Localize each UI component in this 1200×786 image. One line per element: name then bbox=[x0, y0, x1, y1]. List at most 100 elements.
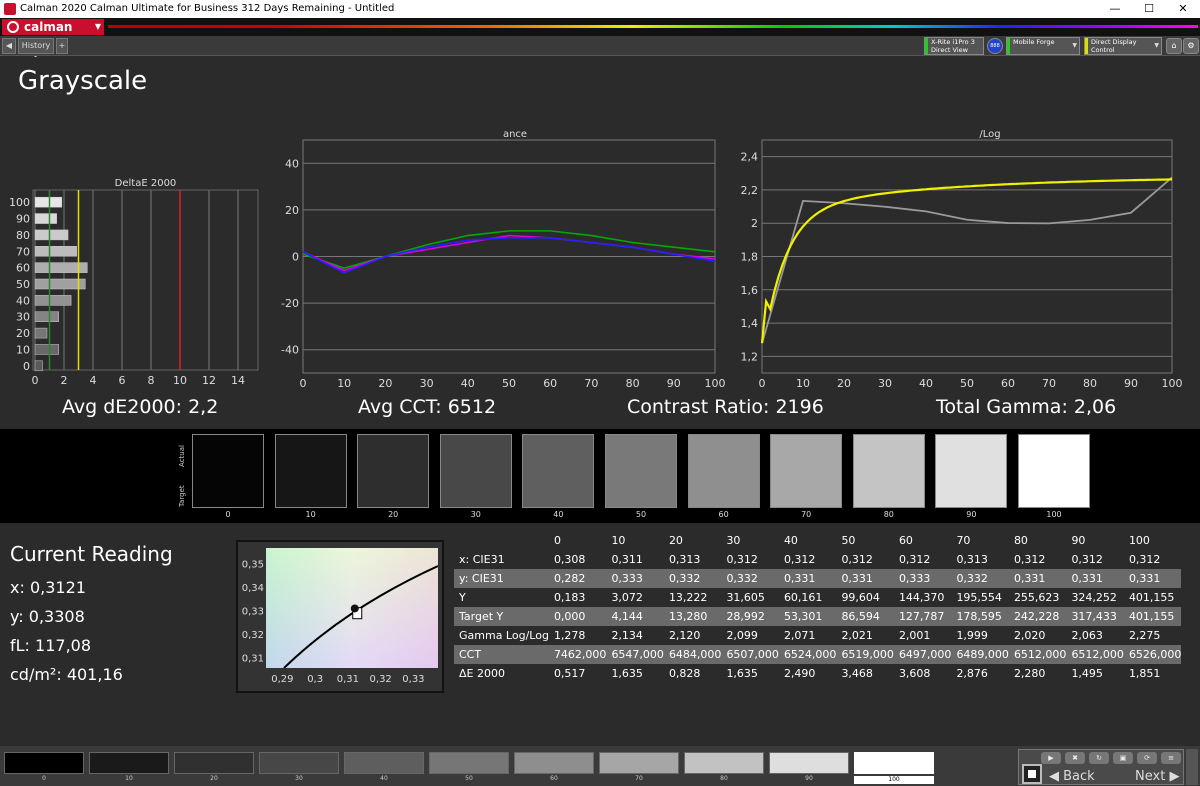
footer-patch-button[interactable] bbox=[514, 752, 594, 774]
patch-label: 90 bbox=[966, 510, 977, 519]
footer-patch-label: 20 bbox=[210, 775, 218, 782]
patch-label: 0 bbox=[225, 510, 231, 519]
table-cell: 401,155 bbox=[1123, 607, 1182, 626]
footer-scrollbar[interactable] bbox=[1186, 749, 1198, 785]
table-cell: 2,134 bbox=[606, 626, 664, 645]
table-cell: 6497,000 bbox=[893, 645, 952, 664]
deltae-bar bbox=[34, 311, 59, 322]
table-header-cell: 40 bbox=[778, 531, 837, 550]
table-cell: 6512,000 bbox=[1008, 645, 1067, 664]
table-cell: CCT bbox=[454, 645, 549, 664]
cie-chart: 0,29 0,3 0,31 0,32 0,33 0,35 0,34 0,33 0,32 0,31 bbox=[242, 548, 438, 685]
table-cell: 1,851 bbox=[1123, 664, 1182, 683]
table-header-cell bbox=[454, 531, 549, 550]
loop-icon[interactable]: ↻ bbox=[1089, 752, 1109, 764]
back-button[interactable]: ◀ Back bbox=[1049, 769, 1095, 784]
deltae-y-tick: 90 bbox=[16, 213, 30, 226]
rgb-x-tick: 20 bbox=[378, 377, 392, 390]
cie-x-tick: 0,29 bbox=[271, 674, 293, 685]
table-cell: 1,635 bbox=[721, 664, 779, 683]
contrast-ratio-stat: Contrast Ratio: 2196 bbox=[627, 396, 824, 418]
footer-patch-button[interactable] bbox=[4, 752, 84, 774]
table-header-cell: 0 bbox=[548, 531, 607, 550]
grayscale-patch bbox=[274, 434, 347, 508]
table-cell: 6489,000 bbox=[951, 645, 1009, 664]
table-cell: 0,332 bbox=[721, 569, 779, 588]
deltae-x-tick: 12 bbox=[202, 374, 216, 387]
table-cell: 2,001 bbox=[893, 626, 952, 645]
footer-patch-button[interactable] bbox=[89, 752, 169, 774]
reading-fl: fL: 117,08 bbox=[10, 636, 92, 655]
footer-patch-button[interactable] bbox=[259, 752, 339, 774]
table-row: Gamma Log/Log 1,278 2,134 2,120 2,099 2,071 2,… bbox=[454, 626, 1182, 645]
table-cell: 0,517 bbox=[548, 664, 607, 683]
footer-patch-label: 60 bbox=[550, 775, 558, 782]
gamma-x-tick: 50 bbox=[960, 377, 974, 390]
deltae-y-tick: 40 bbox=[16, 294, 30, 307]
table-cell: 1,278 bbox=[548, 626, 607, 645]
table-cell: 2,490 bbox=[778, 664, 837, 683]
rgb-x-tick: 80 bbox=[626, 377, 640, 390]
save-icon[interactable]: ▣ bbox=[1113, 752, 1133, 764]
rgb-y-tick: 40 bbox=[285, 157, 299, 170]
patch-label: 80 bbox=[883, 510, 894, 519]
table-cell: 0,282 bbox=[548, 569, 607, 588]
footer-patch-button[interactable] bbox=[429, 752, 509, 774]
patch-label: 60 bbox=[718, 510, 729, 519]
footer-patch-button[interactable] bbox=[599, 752, 679, 774]
rgb-x-tick: 10 bbox=[337, 377, 351, 390]
table-cell: 0,313 bbox=[663, 550, 722, 569]
table-cell: 324,252 bbox=[1066, 588, 1124, 607]
deltae-y-tick: 10 bbox=[16, 343, 30, 356]
table-cell: 2,020 bbox=[1008, 626, 1067, 645]
grayscale-patch bbox=[687, 434, 760, 508]
patch-comparison-strip: Actual Target 0 10 20 30 40 50 60 70 80 90 100 bbox=[0, 429, 1200, 523]
gamma-x-tick: 90 bbox=[1124, 377, 1138, 390]
target-label: Target bbox=[178, 485, 186, 507]
footer-patch-label: 50 bbox=[465, 775, 473, 782]
footer-patch-button[interactable] bbox=[854, 752, 934, 774]
table-cell: 0,000 bbox=[548, 607, 607, 626]
table-cell: 28,992 bbox=[721, 607, 779, 626]
patch-label: 20 bbox=[388, 510, 399, 519]
rgb-x-tick: 70 bbox=[584, 377, 598, 390]
delete-icon[interactable]: ✖ bbox=[1065, 752, 1085, 764]
table-cell: 401,155 bbox=[1123, 588, 1182, 607]
more-icon[interactable]: ≡ bbox=[1161, 752, 1181, 764]
patch-label: 40 bbox=[553, 510, 564, 519]
table-cell: 0,312 bbox=[836, 550, 894, 569]
deltae-x-tick: 2 bbox=[61, 374, 68, 387]
stop-button[interactable] bbox=[1022, 764, 1042, 784]
table-cell: 0,308 bbox=[548, 550, 607, 569]
table-cell: 1,999 bbox=[951, 626, 1009, 645]
table-cell: 0,183 bbox=[548, 588, 607, 607]
table-cell: 3,608 bbox=[893, 664, 952, 683]
table-cell: 86,594 bbox=[836, 607, 894, 626]
table-row: Target Y 0,000 4,144 13,280 28,992 53,301 86,5… bbox=[454, 607, 1182, 626]
patch-label: 70 bbox=[801, 510, 812, 519]
footer-patch-button[interactable] bbox=[769, 752, 849, 774]
grayscale-patch bbox=[357, 434, 430, 508]
table-cell: ΔE 2000 bbox=[454, 664, 549, 683]
play-icon[interactable]: ▶ bbox=[1041, 752, 1061, 764]
gamma-x-tick: 0 bbox=[759, 377, 766, 390]
footer-patch-button[interactable] bbox=[344, 752, 424, 774]
deltae-bar bbox=[34, 360, 43, 372]
deltae-bar bbox=[34, 295, 72, 306]
current-reading-title: Current Reading bbox=[10, 542, 173, 566]
table-cell: Gamma Log/Log bbox=[454, 626, 549, 645]
deltae-y-tick: 20 bbox=[16, 327, 30, 340]
next-button[interactable]: Next ▶ bbox=[1135, 769, 1179, 784]
grayscale-patch bbox=[1018, 434, 1090, 508]
footer-patch-label: 40 bbox=[380, 775, 388, 782]
table-cell: 0,312 bbox=[1066, 550, 1124, 569]
table-cell: 2,876 bbox=[951, 664, 1009, 683]
deltae-bar bbox=[34, 246, 77, 257]
refresh-icon[interactable]: ⟳ bbox=[1137, 752, 1157, 764]
table-cell: 1,495 bbox=[1066, 664, 1124, 683]
table-cell: 6526,000 bbox=[1123, 645, 1182, 664]
footer-patch-button[interactable] bbox=[684, 752, 764, 774]
deltae-y-tick: 50 bbox=[16, 278, 30, 291]
footer-patch-button[interactable] bbox=[174, 752, 254, 774]
table-cell: 0,333 bbox=[606, 569, 664, 588]
